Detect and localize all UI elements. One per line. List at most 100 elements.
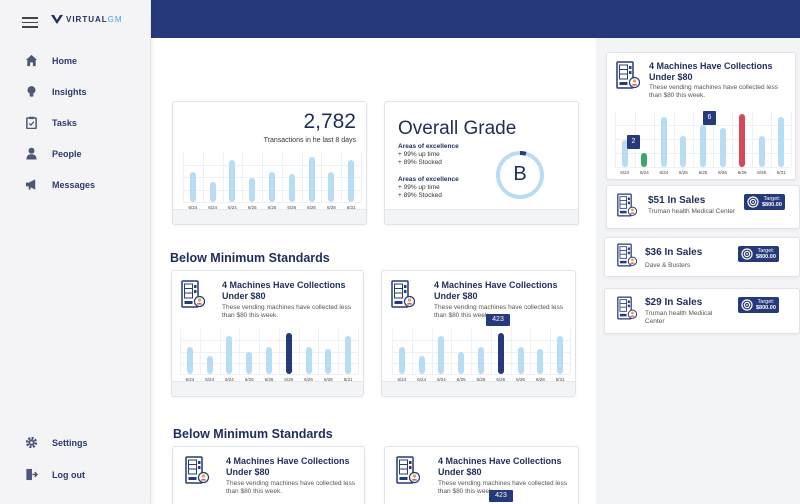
machine-card-title: 4 Machines Have Collections Under $80 [438, 456, 562, 477]
machine-card-subtitle: These vending machines have collected le… [226, 480, 355, 495]
chart-bar[interactable] [308, 157, 315, 202]
collections-summary-title: 4 Machines Have Collections Under $80 [649, 61, 773, 82]
grade-line: + 99% up time [398, 184, 440, 191]
grade-section-2: Areas of excellence + 99% up time + 89% … [398, 176, 459, 200]
nav-item-home[interactable]: Home [25, 54, 77, 67]
chart-bar[interactable] [719, 128, 726, 167]
vending-machine-icon [391, 280, 416, 313]
chart-bar[interactable] [700, 125, 706, 167]
target-value: $800.00 [762, 202, 782, 208]
collections-summary-card[interactable]: 4 Machines Have Collections Under $80 Th… [606, 52, 796, 180]
chart-bar[interactable] [758, 136, 765, 167]
section-title: Below Minimum Standards [170, 251, 330, 265]
chart-bar[interactable] [269, 172, 275, 202]
target-badge: Target: $800.00 [738, 297, 779, 313]
bar-tooltip: 423 [486, 314, 510, 326]
sales-card[interactable]: $29 In Sales Truman health Mediical Cent… [604, 288, 800, 334]
nav-label-logout: Log out [52, 469, 85, 480]
chart-bar[interactable] [285, 333, 292, 374]
chart-bar[interactable] [328, 172, 335, 202]
nav-item-people[interactable]: People [25, 147, 82, 160]
logout-icon [26, 468, 38, 481]
chart-bar[interactable] [778, 117, 785, 167]
chart-bar[interactable] [418, 356, 425, 374]
chart-bar[interactable] [229, 160, 236, 202]
target-badge: Target: $800.00 [744, 194, 785, 210]
nav-item-logout[interactable]: Log out [25, 468, 85, 481]
grade-section-1: Areas of excellence + 99% up time + 89% … [398, 143, 459, 167]
target-value: $800.00 [756, 305, 776, 311]
chart-bar[interactable] [660, 117, 667, 167]
chart-bar[interactable] [680, 136, 687, 167]
hamburger-menu-icon[interactable] [22, 17, 38, 28]
x-tick-label: 6/25 [679, 170, 688, 175]
grade-section-heading: Areas of excellence [398, 143, 459, 150]
chart-bar[interactable] [438, 336, 445, 374]
grid-line [183, 164, 361, 166]
transactions-value: 2,782 [303, 110, 356, 133]
sales-card[interactable]: $51 In Sales Truman health Medical Cente… [606, 185, 800, 229]
grade-ring: B [495, 150, 545, 200]
target-icon [741, 248, 753, 260]
nav-item-messages[interactable]: Messages [25, 178, 95, 191]
sales-card[interactable]: $36 In Sales Dave & Busters Target: $800.… [604, 237, 800, 277]
chart-bar[interactable] [325, 349, 332, 374]
transactions-caption: Transactions in he last 8 days [263, 137, 356, 144]
chart-bar[interactable] [537, 349, 544, 374]
chart-bar[interactable] [209, 182, 216, 202]
machine-card[interactable]: 4 Machines Have Collections Under $80 Th… [381, 270, 576, 397]
grid-line [180, 374, 358, 375]
chart-bar[interactable] [478, 347, 484, 374]
chart-bar[interactable] [186, 347, 193, 374]
machine-card[interactable]: 4 Machines Have Collections Under $80 Th… [171, 270, 364, 397]
grade-line: + 89% Stocked [398, 192, 442, 199]
nav-item-settings[interactable]: Settings [25, 436, 88, 449]
chart-bar[interactable] [249, 178, 256, 202]
chart-bar[interactable] [226, 336, 233, 374]
card-footer [385, 209, 578, 224]
chart-bar[interactable] [497, 333, 504, 374]
nav-item-tasks[interactable]: Tasks [25, 116, 77, 129]
machine-card-chart: 6/24 6/24 6/24 6/25 6/25 6/26 6/26 6/28 6/31 [180, 329, 359, 384]
chart-bar[interactable] [739, 114, 746, 167]
chart-bar[interactable] [189, 172, 196, 202]
chart-bar[interactable] [345, 336, 352, 374]
brand-logo[interactable]: VIRTUALGM [51, 15, 123, 24]
x-tick-label: 6/28 [757, 170, 767, 175]
x-tick-label: 6/25 [698, 170, 708, 175]
vending-machine-icon [617, 193, 638, 222]
vending-machine-icon [396, 456, 421, 489]
chart-bar[interactable] [458, 352, 465, 374]
x-tick-label: 6/24 [639, 170, 649, 175]
sales-location: Truman health Mediical Center [645, 310, 713, 325]
chart-bar[interactable] [288, 174, 295, 202]
grade-section-heading: Areas of excellence [398, 176, 459, 183]
chart-bar[interactable] [557, 336, 564, 374]
grid-line [392, 340, 570, 342]
vending-machine-icon [617, 296, 638, 325]
chart-bar[interactable] [517, 347, 524, 374]
grade-letter: B [513, 163, 527, 185]
chart-bar[interactable] [348, 160, 355, 202]
machine-card[interactable]: 4 Machines Have Collections Under $80 Th… [384, 446, 579, 504]
x-tick-label: 6/24 [620, 170, 630, 175]
chart-bar[interactable] [398, 347, 405, 374]
grade-title: Overall Grade [398, 118, 517, 139]
lightbulb-icon [27, 86, 36, 97]
chart-bar[interactable] [206, 356, 213, 374]
chart-bar[interactable] [246, 352, 253, 374]
card-footer [382, 381, 575, 396]
chart-bar[interactable] [641, 153, 648, 167]
machine-card-title: 4 Machines Have Collections Under $80 [434, 280, 558, 301]
collections-summary-subtitle: These vending machines have collected le… [649, 84, 778, 99]
nav-item-insights[interactable]: Insights [25, 85, 87, 98]
bar-tooltip: 423 [489, 490, 513, 502]
machine-card[interactable]: 4 Machines Have Collections Under $80 Th… [172, 446, 365, 504]
grid-line [392, 374, 570, 375]
machine-card-subtitle: These vending machines have collected le… [222, 304, 351, 319]
x-tick-label: 6/26 [718, 170, 727, 175]
vending-machine-icon [185, 456, 210, 489]
chart-bar[interactable] [266, 347, 272, 374]
section-title: Below Minimum Standards [173, 427, 333, 441]
chart-bar[interactable] [305, 347, 312, 374]
